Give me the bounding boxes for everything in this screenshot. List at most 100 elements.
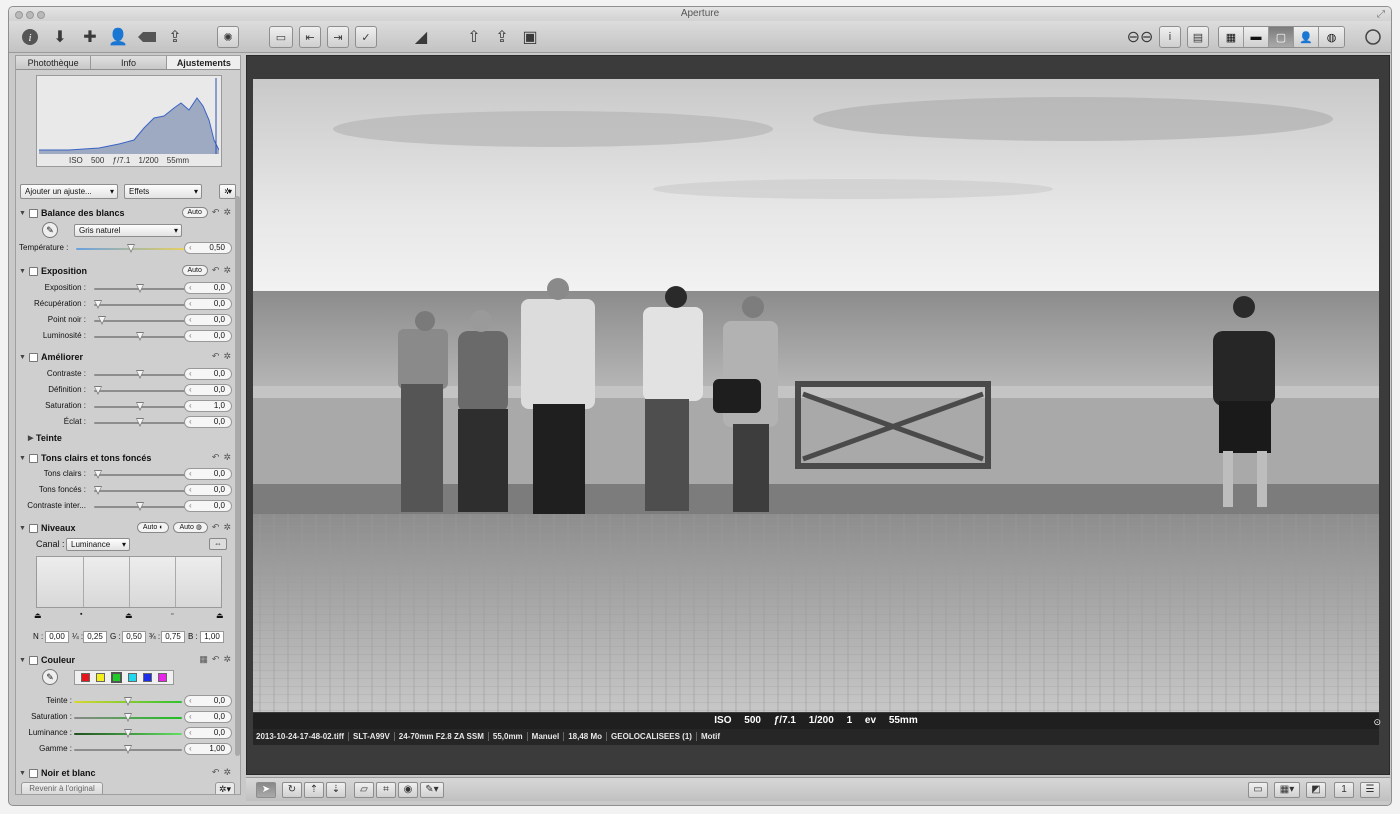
- search-icon[interactable]: [1362, 26, 1384, 48]
- disclosure-icon[interactable]: ▼: [19, 455, 27, 462]
- loupe-icon[interactable]: ✺: [217, 26, 239, 48]
- disclosure-icon[interactable]: ▼: [19, 268, 27, 275]
- exposure-checkbox[interactable]: [29, 266, 38, 276]
- compare-icon[interactable]: ⊖⊖: [1127, 26, 1154, 48]
- slider-thumb[interactable]: [127, 244, 135, 253]
- slider-thumb[interactable]: [94, 300, 102, 309]
- email-icon[interactable]: ⇪: [491, 26, 513, 48]
- share-icon[interactable]: ⇪: [163, 26, 187, 48]
- black-white-checkbox[interactable]: [29, 768, 38, 778]
- white-handle[interactable]: ⏏: [216, 611, 224, 620]
- split-view-icon[interactable]: ▭: [269, 26, 293, 48]
- export-icon[interactable]: ⇧: [463, 26, 485, 48]
- photo[interactable]: [253, 79, 1379, 712]
- grid-view-icon[interactable]: ▦: [1219, 27, 1244, 47]
- slider-thumb[interactable]: [136, 502, 144, 511]
- black-handle[interactable]: ⏏: [34, 611, 42, 620]
- white-balance-checkbox[interactable]: [29, 208, 38, 218]
- gear-icon[interactable]: ✲: [223, 265, 231, 276]
- info-icon[interactable]: i: [19, 26, 41, 48]
- disclosure-icon[interactable]: ▼: [19, 210, 27, 217]
- gear-icon[interactable]: ✲: [223, 522, 231, 533]
- levels-handles[interactable]: ⏏ ▪ ⏏ ▫ ⏏: [34, 611, 224, 620]
- reset-icon[interactable]: ↶: [212, 351, 220, 362]
- definition-slider[interactable]: [94, 386, 186, 395]
- import-icon[interactable]: ⬇: [49, 26, 71, 48]
- eyedropper-icon[interactable]: ✎: [42, 222, 58, 238]
- disclosure-icon[interactable]: ▼: [19, 770, 27, 777]
- stack-icon[interactable]: ◢: [409, 26, 433, 48]
- zoom-button[interactable]: [37, 11, 45, 19]
- check-icon[interactable]: ✓: [355, 26, 377, 48]
- list-view-icon[interactable]: ☰: [1360, 782, 1380, 798]
- green-swatch[interactable]: [111, 672, 122, 683]
- tab-adjustments[interactable]: Ajustements: [166, 56, 240, 69]
- slider-thumb[interactable]: [98, 316, 107, 325]
- gear-icon[interactable]: ✲: [223, 452, 231, 463]
- rotate-right-icon[interactable]: ⇥: [327, 26, 349, 48]
- inspector-icon[interactable]: i: [1159, 26, 1181, 48]
- browser-icon[interactable]: ▭: [1248, 782, 1268, 798]
- tint-subsection[interactable]: ▶ Teinte: [28, 431, 240, 445]
- quarter-tones-icon[interactable]: ⇔: [209, 538, 227, 550]
- slider-thumb[interactable]: [94, 486, 102, 495]
- luminance-slider[interactable]: [74, 729, 182, 738]
- slider-value[interactable]: 1,00: [184, 743, 232, 755]
- eyedropper-icon[interactable]: ✎: [42, 669, 58, 685]
- slider-thumb[interactable]: [94, 470, 102, 479]
- filmstrip-view-icon[interactable]: ▬: [1244, 27, 1269, 47]
- enhance-checkbox[interactable]: [29, 352, 38, 362]
- viewer-view-icon[interactable]: ▢: [1269, 27, 1294, 47]
- range-slider[interactable]: [74, 745, 182, 754]
- lift-tool-icon[interactable]: ⇡: [304, 782, 324, 798]
- three-quarter-handle[interactable]: ▫: [171, 611, 173, 618]
- slider-thumb[interactable]: [136, 370, 144, 379]
- slider-value[interactable]: 0,0: [184, 500, 232, 512]
- temperature-value[interactable]: 0,50: [184, 242, 232, 254]
- three-quarter-level-field[interactable]: 0,75: [161, 631, 185, 643]
- vibrance-slider[interactable]: [94, 418, 186, 427]
- brush-tool-icon[interactable]: ✎▾: [420, 782, 444, 798]
- levels-checkbox[interactable]: [29, 523, 38, 533]
- slider-value[interactable]: 0,0: [184, 368, 232, 380]
- gear-icon[interactable]: ✲: [223, 351, 231, 362]
- highlights-shadows-checkbox[interactable]: [29, 453, 38, 463]
- gear-icon[interactable]: ✲: [223, 654, 231, 665]
- select-tool-icon[interactable]: ➤: [256, 782, 276, 798]
- auto-luminance-button[interactable]: Auto ◐: [136, 522, 170, 533]
- stamp-tool-icon[interactable]: ⇣: [326, 782, 346, 798]
- new-icon[interactable]: ✚: [77, 26, 103, 48]
- wb-mode-popup[interactable]: Gris naturel: [74, 224, 182, 237]
- disclosure-icon[interactable]: ▼: [19, 525, 27, 532]
- shadows-slider[interactable]: [94, 486, 186, 495]
- slider-thumb[interactable]: [124, 745, 132, 754]
- disclosure-icon[interactable]: ▼: [19, 657, 27, 664]
- magenta-swatch[interactable]: [158, 673, 167, 682]
- slider-value[interactable]: 0,0: [184, 727, 232, 739]
- quarter-handle[interactable]: ▪: [80, 611, 82, 618]
- slider-value[interactable]: 0,0: [184, 282, 232, 294]
- slider-thumb[interactable]: [136, 418, 144, 427]
- panel-gear-icon[interactable]: ✲▾: [215, 782, 235, 794]
- reset-icon[interactable]: ↶: [212, 654, 220, 665]
- crop-tool-icon[interactable]: ⌗: [376, 782, 396, 798]
- yellow-swatch[interactable]: [96, 673, 105, 682]
- slider-thumb[interactable]: [94, 386, 102, 395]
- view-mode-segment[interactable]: ▦ ▬ ▢ 👤 ◍: [1218, 26, 1345, 48]
- slider-thumb[interactable]: [124, 713, 132, 722]
- gear-icon[interactable]: ✲: [223, 207, 231, 218]
- exposure-slider[interactable]: [94, 284, 186, 293]
- gray-level-field[interactable]: 0,50: [122, 631, 146, 643]
- tab-info[interactable]: Info: [91, 56, 167, 69]
- contrast-slider[interactable]: [94, 370, 186, 379]
- red-eye-tool-icon[interactable]: ◉: [398, 782, 418, 798]
- auto-rgb-button[interactable]: Auto ◍: [173, 522, 208, 533]
- slider-value[interactable]: 0,0: [184, 484, 232, 496]
- hud-icon[interactable]: ◩: [1306, 782, 1326, 798]
- faces-view-icon[interactable]: 👤: [1294, 27, 1319, 47]
- slider-value[interactable]: 0,0: [184, 468, 232, 480]
- slider-value[interactable]: 0,0: [184, 695, 232, 707]
- add-adjustment-popup[interactable]: Ajouter un ajuste...: [20, 184, 118, 199]
- gear-icon[interactable]: ✲: [223, 767, 231, 778]
- temperature-slider[interactable]: [76, 244, 186, 253]
